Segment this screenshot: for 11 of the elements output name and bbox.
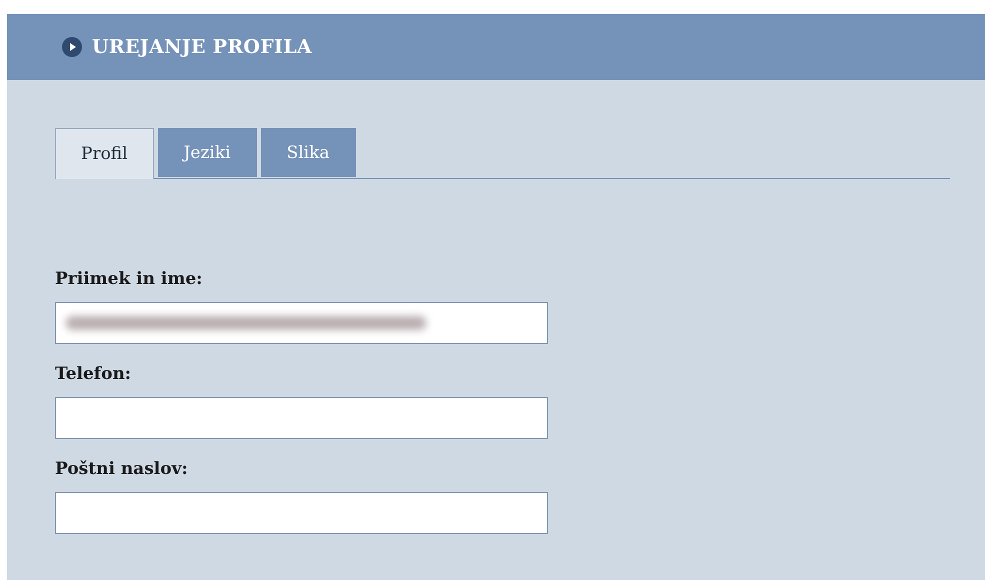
play-icon <box>62 37 82 57</box>
field-label: Telefon: <box>55 364 132 386</box>
input-field[interactable] <box>55 492 548 534</box>
input-field[interactable] <box>55 302 548 344</box>
input-field[interactable] <box>55 397 548 439</box>
tab[interactable]: Slika <box>260 128 356 177</box>
tab[interactable]: Profil <box>55 128 154 179</box>
tab[interactable]: Jeziki <box>158 128 257 177</box>
field-label: Poštni naslov: <box>55 459 189 481</box>
page-title: UREJANJE PROFILA <box>92 36 312 58</box>
field-label: Priimek in ime: <box>55 269 204 291</box>
